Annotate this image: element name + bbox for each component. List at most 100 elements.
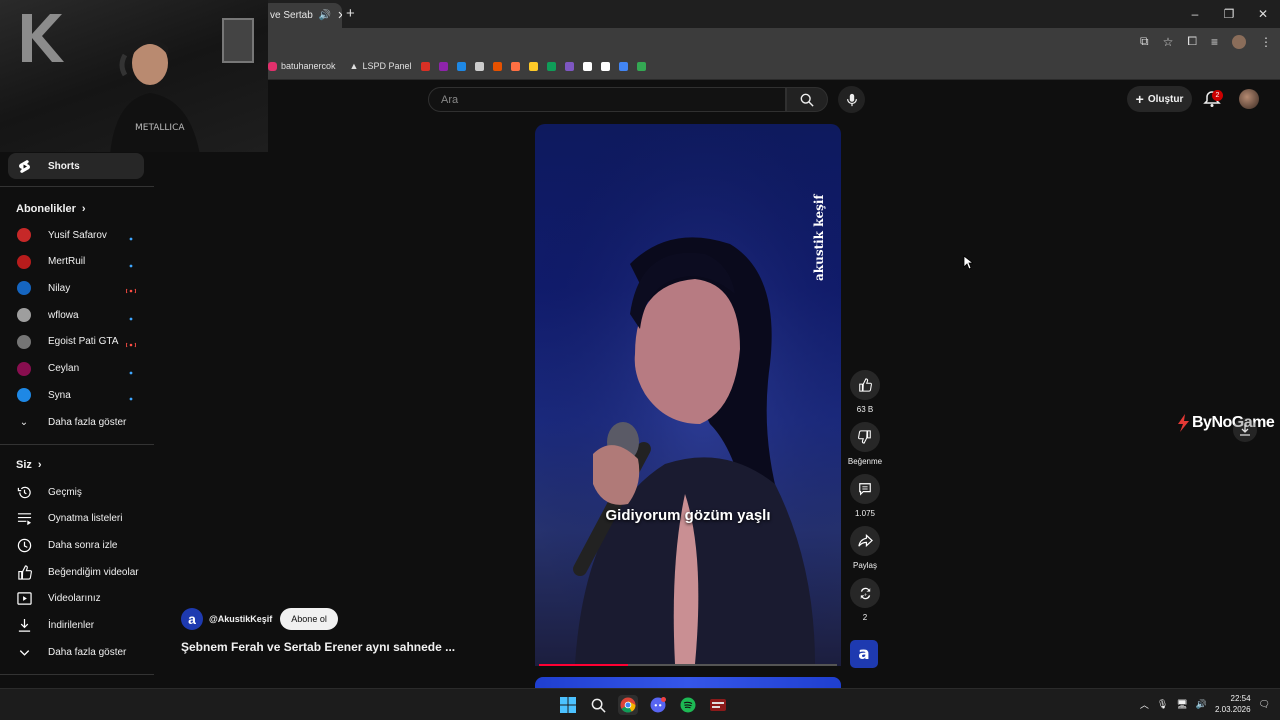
sidebar-item-your-videos[interactable]: Videolarınız — [8, 586, 144, 612]
notifications-icon[interactable]: 🗨 — [1259, 699, 1270, 710]
channel-avatar — [16, 280, 32, 296]
bookmark-favicon-icon[interactable] — [420, 61, 430, 71]
close-window-button[interactable]: ✕ — [1246, 0, 1280, 28]
channel-avatar — [16, 254, 32, 270]
search-button[interactable] — [786, 87, 828, 112]
maximize-button[interactable]: ❐ — [1212, 0, 1246, 28]
bookmark-favicon-icon[interactable] — [636, 61, 646, 71]
sidebar-subscription-item[interactable]: Yusif Safarov — [8, 222, 144, 248]
new-content-dot-icon — [126, 313, 134, 321]
channel-handle[interactable]: @AkustikKeşif — [209, 614, 272, 624]
network-icon[interactable]: 🖥 — [1176, 699, 1187, 710]
bookmark-star-icon[interactable]: ☆ — [1163, 35, 1174, 49]
tab-title: ve Sertab — [270, 10, 313, 21]
remix-button[interactable]: + — [850, 578, 880, 608]
extensions-icon[interactable]: ⧠ — [1187, 34, 1197, 49]
bookmark-favicon-icon[interactable] — [618, 61, 628, 71]
short-video-player[interactable]: Gidiyorum gözüm yaşlı — [535, 124, 841, 666]
sidebar-item-label: MertRuil — [48, 256, 86, 268]
create-label: Oluştur — [1147, 93, 1184, 105]
voice-search-button[interactable] — [838, 86, 865, 113]
section-title: Siz — [16, 459, 32, 471]
sidebar-subscription-item[interactable]: MertRuil — [8, 249, 144, 275]
discord-icon[interactable] — [648, 695, 668, 715]
sidebar-item-watch-later[interactable]: Daha sonra izle — [8, 532, 144, 558]
bookmark-favicon-icon[interactable] — [456, 61, 466, 71]
sidebar-item-label: Daha fazla göster — [48, 646, 127, 658]
sidebar-item-playlists[interactable]: Oynatma listeleri — [8, 506, 144, 532]
sidebar-subscription-item[interactable]: Syna — [8, 382, 144, 408]
bookmark-favicon-icon[interactable] — [582, 61, 592, 71]
sidebar-item-history[interactable]: Geçmiş — [8, 479, 144, 505]
next-short-preview[interactable] — [535, 677, 841, 688]
windows-start-icon[interactable] — [558, 695, 578, 715]
downloads-icon — [16, 618, 32, 634]
bookmark-favicon-icon[interactable] — [438, 61, 448, 71]
tray-overflow-icon[interactable]: ︿ — [1140, 698, 1149, 711]
game-app-icon[interactable] — [708, 695, 728, 715]
browser-menu-icon[interactable]: ⋮ — [1260, 35, 1272, 49]
dislike-button[interactable] — [850, 422, 880, 452]
bynogame-logo-icon — [1178, 414, 1189, 432]
tab-audio-icon[interactable]: 🔊 — [319, 10, 331, 21]
minimize-button[interactable]: – — [1178, 0, 1212, 28]
sidebar-item-chevron-down[interactable]: Daha fazla göster — [8, 639, 144, 665]
channel-avatar — [16, 307, 32, 323]
bookmark-favicon-icon[interactable] — [528, 61, 538, 71]
you-heading[interactable]: Siz › — [16, 459, 42, 471]
live-indicator-icon — [125, 340, 137, 348]
channel-logo-button[interactable]: a — [850, 640, 878, 668]
brand-overlay: akustik keşif — [812, 194, 826, 281]
create-button[interactable]: + Oluştur — [1127, 86, 1192, 112]
sidebar-item-label: Videolarınız — [48, 593, 101, 605]
sidebar-item-downloads[interactable]: İndirilenler — [8, 613, 144, 639]
sidebar-item-label: wflowa — [48, 309, 79, 321]
bookmark-favicon-icon[interactable] — [510, 61, 520, 71]
chrome-icon[interactable] — [618, 695, 638, 715]
sidebar-show-more-subs[interactable]: ⌄ Daha fazla göster — [8, 409, 144, 435]
tab-close-icon[interactable]: ✕ — [337, 9, 342, 22]
chevron-down-icon: ⌄ — [19, 416, 29, 428]
sidebar-item-shorts[interactable]: Shorts — [8, 153, 144, 179]
remix-count: 2 — [862, 613, 868, 622]
bookmark-favicon-icon[interactable] — [492, 61, 502, 71]
taskbar-search-icon[interactable] — [588, 695, 608, 715]
sidebar-subscription-item[interactable]: Nilay — [8, 275, 144, 301]
volume-icon[interactable]: 🔊 — [1196, 699, 1207, 710]
subscriptions-heading[interactable]: Abonelikler › — [16, 203, 86, 215]
video-progress-bar[interactable] — [539, 664, 837, 666]
thumbs-down-icon — [858, 430, 871, 444]
history-icon — [16, 484, 32, 500]
cast-icon[interactable]: ⧉ — [1140, 34, 1149, 49]
new-tab-button[interactable]: + — [346, 5, 355, 22]
search-input[interactable]: Ara — [428, 87, 786, 112]
browser-tab[interactable]: ve Sertab 🔊 ✕ — [262, 3, 342, 28]
subscribe-button[interactable]: Abone ol — [280, 608, 338, 630]
like-button[interactable] — [850, 370, 880, 400]
windows-taskbar: ︿ 🎙 🖥 🔊 22:54 2.03.2026 🗨 — [0, 688, 1280, 720]
sidebar-subscription-item[interactable]: Egoist Pati GTA — [8, 329, 144, 355]
bookmark-favicon-icon[interactable] — [564, 61, 574, 71]
sidebar-subscription-item[interactable]: Ceylan — [8, 356, 144, 382]
comments-button[interactable] — [850, 474, 880, 504]
live-indicator-icon — [125, 286, 137, 294]
sidebar-item-liked[interactable]: Beğendiğim videolar — [8, 559, 144, 585]
account-avatar[interactable] — [1239, 89, 1259, 109]
spotify-icon[interactable] — [678, 695, 698, 715]
bookmark-instagram[interactable]: batuhanercok — [268, 61, 336, 71]
clock[interactable]: 22:54 2.03.2026 — [1215, 693, 1251, 715]
sidebar-subscription-item[interactable]: wflowa — [8, 302, 144, 328]
media-control-icon[interactable]: ≡ — [1211, 35, 1218, 49]
download-button[interactable] — [1233, 418, 1257, 442]
channel-avatar[interactable]: a — [181, 608, 203, 630]
bookmark-favicon-icon[interactable] — [600, 61, 610, 71]
bookmark-favicon-icon[interactable] — [546, 61, 556, 71]
channel-avatar-image — [17, 308, 31, 323]
short-title[interactable]: Şebnem Ferah ve Sertab Erener aynı sahne… — [181, 640, 455, 654]
microphone-tray-icon[interactable]: 🎙 — [1157, 699, 1168, 710]
share-button[interactable] — [850, 526, 880, 556]
profile-avatar[interactable] — [1232, 34, 1246, 49]
playlists-icon — [16, 511, 32, 527]
bookmark-favicon-icon[interactable] — [474, 61, 484, 71]
bookmark-lspd[interactable]: ▲ LSPD Panel — [350, 61, 412, 71]
